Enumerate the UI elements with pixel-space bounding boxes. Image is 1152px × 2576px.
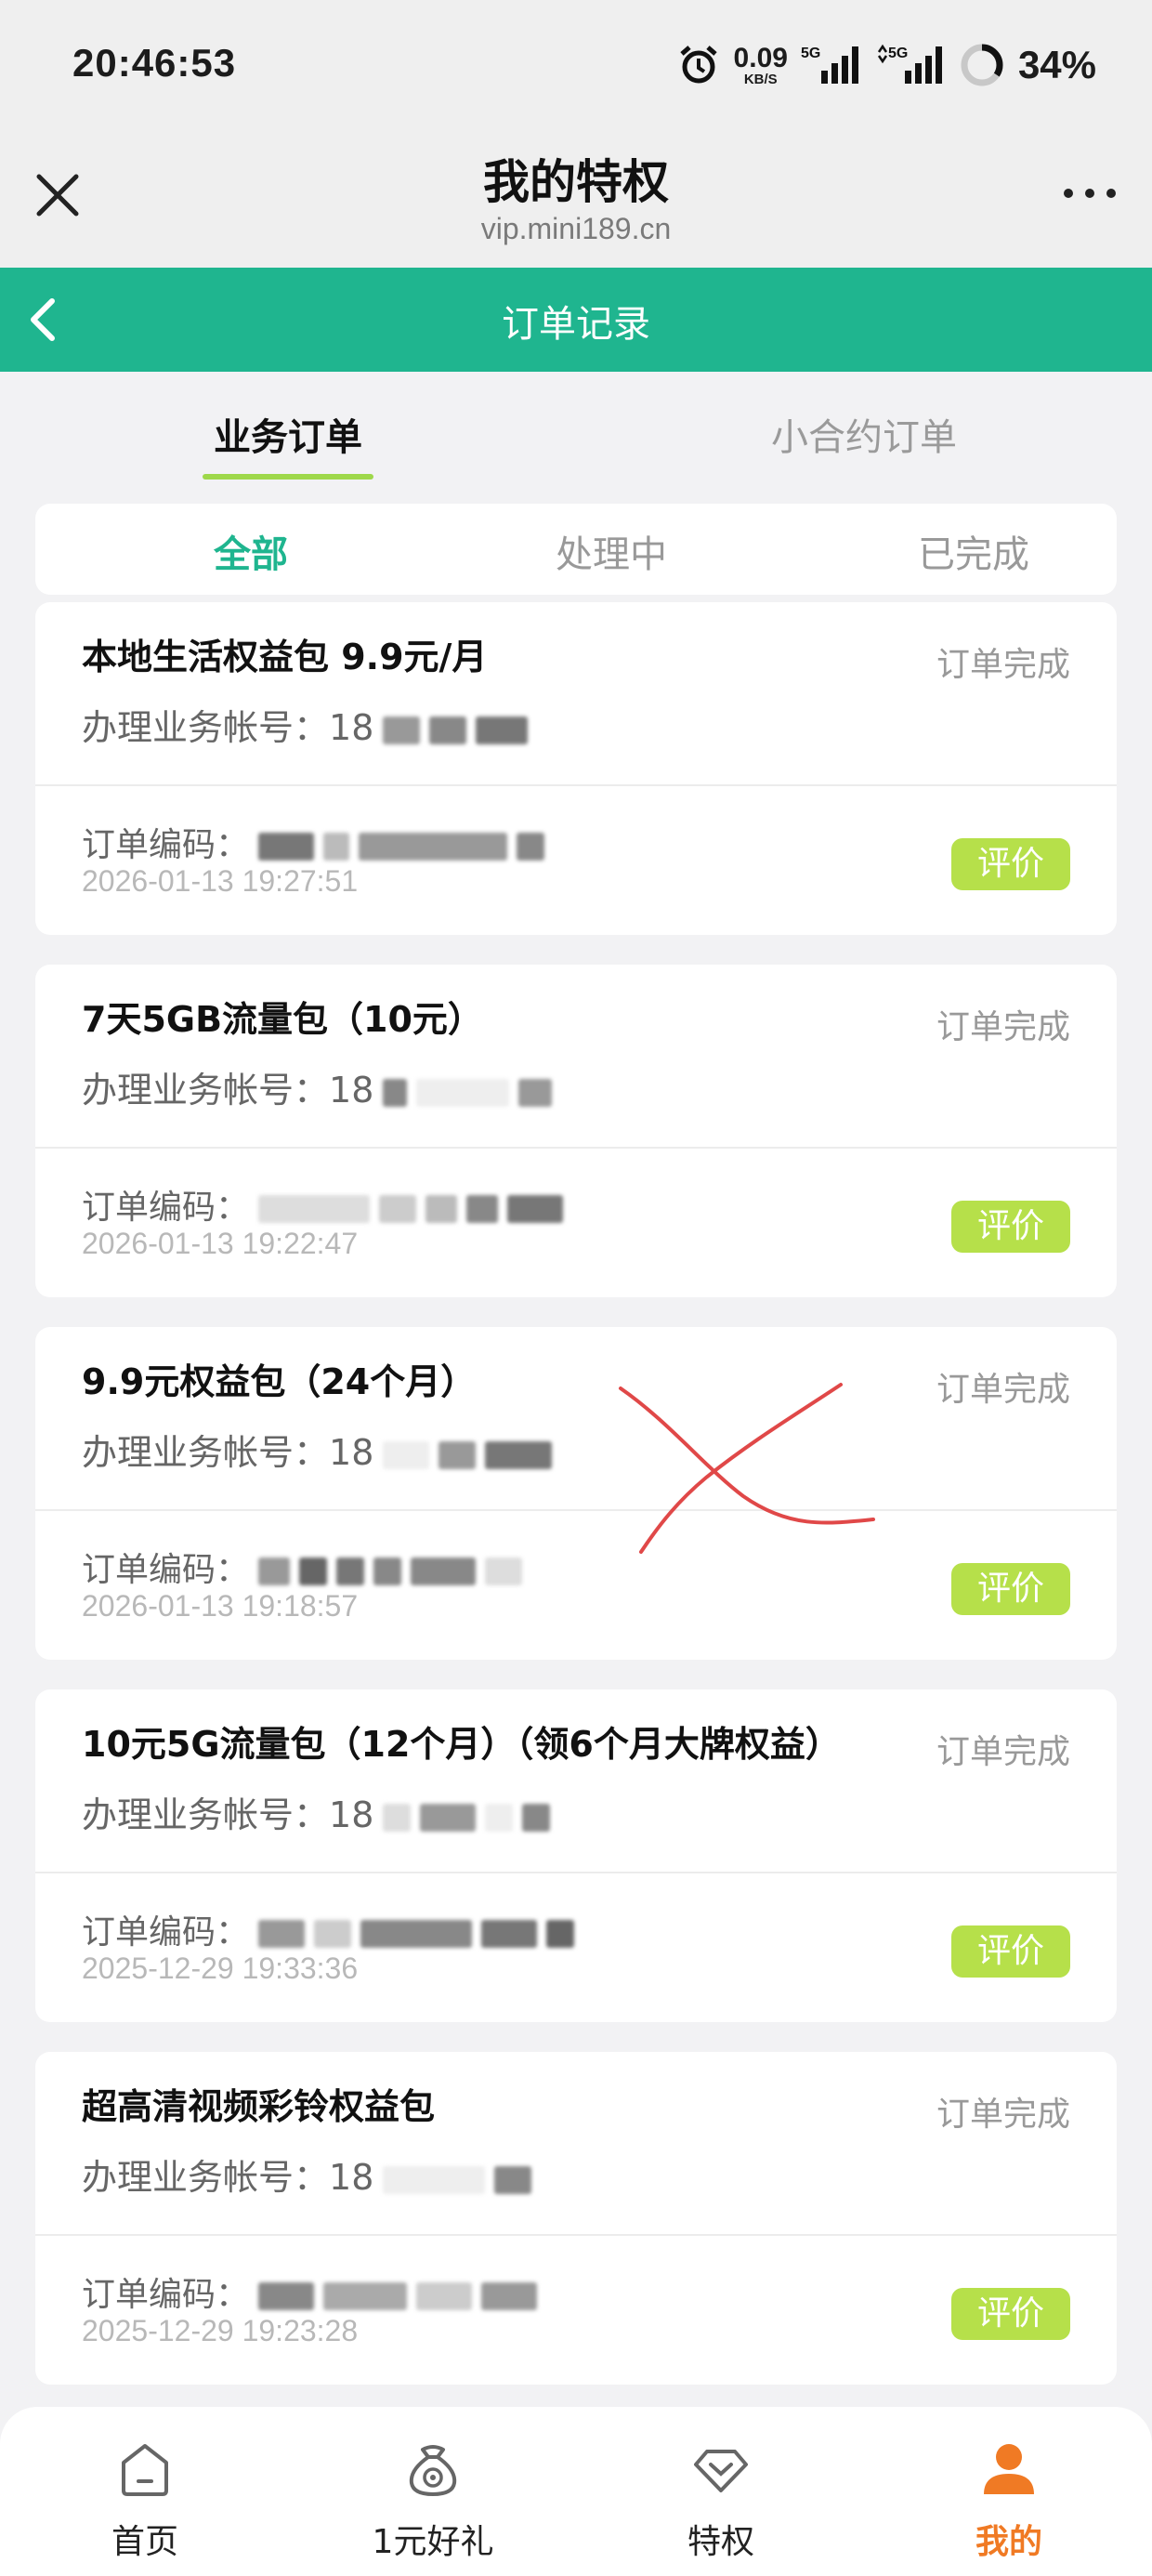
network-speed-unit: KB/S: [743, 71, 778, 87]
signal-icon: 5G: [801, 46, 858, 84]
order-date: 2025-12-29 19:23:28: [82, 2314, 359, 2347]
order-status: 订单完成: [936, 1371, 1070, 1409]
alarm-icon: [679, 46, 717, 84]
order-card[interactable]: 本地生活权益包 9.9元/月 订单完成 办理业务帐号：18 订单编码： 2026…: [35, 602, 1117, 935]
order-status: 订单完成: [936, 2096, 1070, 2134]
card-divider: [35, 1509, 1117, 1511]
order-date: 2026-01-13 19:22:47: [82, 1227, 359, 1260]
order-card[interactable]: 9.9元权益包（24个月） 订单完成 办理业务帐号：18 订单编码： 2026-…: [35, 1327, 1117, 1660]
order-title: 9.9元权益包（24个月）: [82, 1361, 477, 1402]
order-code-label: 订单编码：: [82, 1913, 250, 1952]
account-row: 办理业务帐号：18: [82, 1061, 553, 1112]
nav-gift[interactable]: 1元好礼: [321, 2437, 544, 2563]
signal-icon: 5G: [877, 44, 942, 84]
card-divider: [35, 2234, 1117, 2236]
bottom-nav: 首页 1元好礼 特权 我的: [0, 2407, 1152, 2576]
home-icon: [122, 2444, 168, 2496]
account-value: 18: [329, 1070, 374, 1111]
order-status: 订单完成: [936, 646, 1070, 684]
account-value: 18: [329, 2157, 374, 2198]
card-divider: [35, 784, 1117, 786]
page-title: 我的特权: [483, 155, 669, 209]
account-label: 办理业务帐号：: [82, 2157, 330, 2198]
order-title: 7天5GB流量包（10元）: [82, 999, 483, 1040]
order-status: 订单完成: [936, 1733, 1070, 1771]
rate-button[interactable]: 评价: [951, 1201, 1070, 1253]
network-speed: 0.09 KB/S: [733, 42, 788, 87]
rate-button[interactable]: 评价: [951, 1925, 1070, 1978]
order-date: 2025-12-29 19:33:36: [82, 1952, 359, 1985]
diamond-icon: [694, 2450, 748, 2492]
order-code-row: 订单编码：: [82, 1905, 575, 1953]
browser-header: 我的特权 vip.mini189.cn: [0, 130, 1152, 268]
order-code-row: 订单编码：: [82, 2267, 538, 2316]
account-value: 18: [329, 1794, 374, 1835]
more-icon[interactable]: [1057, 175, 1122, 212]
status-bar: 20:46:53 0.09 KB/S 5G 5G 34%: [0, 0, 1152, 130]
nav-title: 订单记录: [502, 303, 650, 346]
account-label: 办理业务帐号：: [82, 1432, 330, 1473]
account-row: 办理业务帐号：18: [82, 1786, 551, 1837]
nav-privilege[interactable]: 特权: [609, 2437, 832, 2563]
order-card[interactable]: 7天5GB流量包（10元） 订单完成 办理业务帐号：18 订单编码： 2026-…: [35, 965, 1117, 1297]
nav-gift-label: 1元好礼: [372, 2523, 494, 2561]
tab-business-orders[interactable]: 业务订单: [149, 407, 427, 461]
signal2-label: 5G: [888, 46, 908, 61]
battery-ring-icon: [961, 44, 1003, 86]
signal1-label: 5G: [801, 46, 820, 61]
filter-all[interactable]: 全部: [111, 524, 390, 578]
nav-home[interactable]: 首页: [33, 2437, 256, 2563]
order-date: 2026-01-13 19:27:51: [82, 864, 359, 898]
network-speed-value: 0.09: [733, 42, 788, 73]
rate-button[interactable]: 评价: [951, 838, 1070, 890]
nav-mine-label: 我的: [975, 2523, 1042, 2561]
order-title: 超高清视频彩铃权益包: [82, 2086, 436, 2127]
account-label: 办理业务帐号：: [82, 1070, 330, 1111]
order-status: 订单完成: [936, 1008, 1070, 1046]
battery-percent: 34%: [1017, 43, 1096, 86]
rate-button[interactable]: 评价: [951, 1563, 1070, 1615]
order-code-label: 订单编码：: [82, 1189, 250, 1227]
filter-processing[interactable]: 处理中: [472, 524, 751, 578]
order-type-tabs: 业务订单 小合约订单: [0, 372, 1152, 496]
account-row: 办理业务帐号：18: [82, 1424, 553, 1475]
order-card[interactable]: 10元5G流量包（12个月）（领6个月大牌权益） 订单完成 办理业务帐号：18 …: [35, 1689, 1117, 2022]
order-code-row: 订单编码：: [82, 1180, 564, 1229]
page-url: vip.mini189.cn: [480, 212, 672, 245]
status-filter: 全部 处理中 已完成: [35, 504, 1117, 595]
nav-privilege-label: 特权: [687, 2523, 754, 2561]
order-card[interactable]: 超高清视频彩铃权益包 订单完成 办理业务帐号：18 订单编码： 2025-12-…: [35, 2052, 1117, 2385]
active-tab-indicator: [203, 474, 373, 480]
status-icons: 0.09 KB/S 5G 5G 34%: [676, 39, 1096, 91]
nav-bar: 订单记录: [0, 268, 1152, 372]
card-divider: [35, 1872, 1117, 1873]
rate-button[interactable]: 评价: [951, 2288, 1070, 2340]
user-icon: [984, 2444, 1034, 2494]
gift-bag-icon: [409, 2445, 457, 2496]
tab-contract-orders[interactable]: 小合约订单: [725, 407, 1003, 461]
card-divider: [35, 1147, 1117, 1149]
filter-completed[interactable]: 已完成: [834, 524, 1113, 578]
nav-mine[interactable]: 我的: [897, 2437, 1120, 2563]
account-label: 办理业务帐号：: [82, 1794, 330, 1835]
account-row: 办理业务帐号：18: [82, 699, 529, 750]
account-label: 办理业务帐号：: [82, 707, 330, 748]
account-value: 18: [329, 1432, 374, 1473]
order-code-row: 订单编码：: [82, 818, 545, 866]
order-code-label: 订单编码：: [82, 2276, 250, 2314]
order-date: 2026-01-13 19:18:57: [82, 1589, 359, 1623]
order-title: 10元5G流量包（12个月）（领6个月大牌权益）: [82, 1724, 841, 1765]
account-row: 办理业务帐号：18: [82, 2149, 532, 2200]
status-time: 20:46:53: [72, 41, 237, 85]
order-title: 本地生活权益包 9.9元/月: [82, 637, 488, 677]
order-code-row: 订单编码：: [82, 1543, 523, 1591]
order-code-label: 订单编码：: [82, 1551, 250, 1589]
account-value: 18: [329, 707, 374, 748]
nav-home-label: 首页: [111, 2523, 178, 2561]
order-code-label: 订单编码：: [82, 826, 250, 864]
